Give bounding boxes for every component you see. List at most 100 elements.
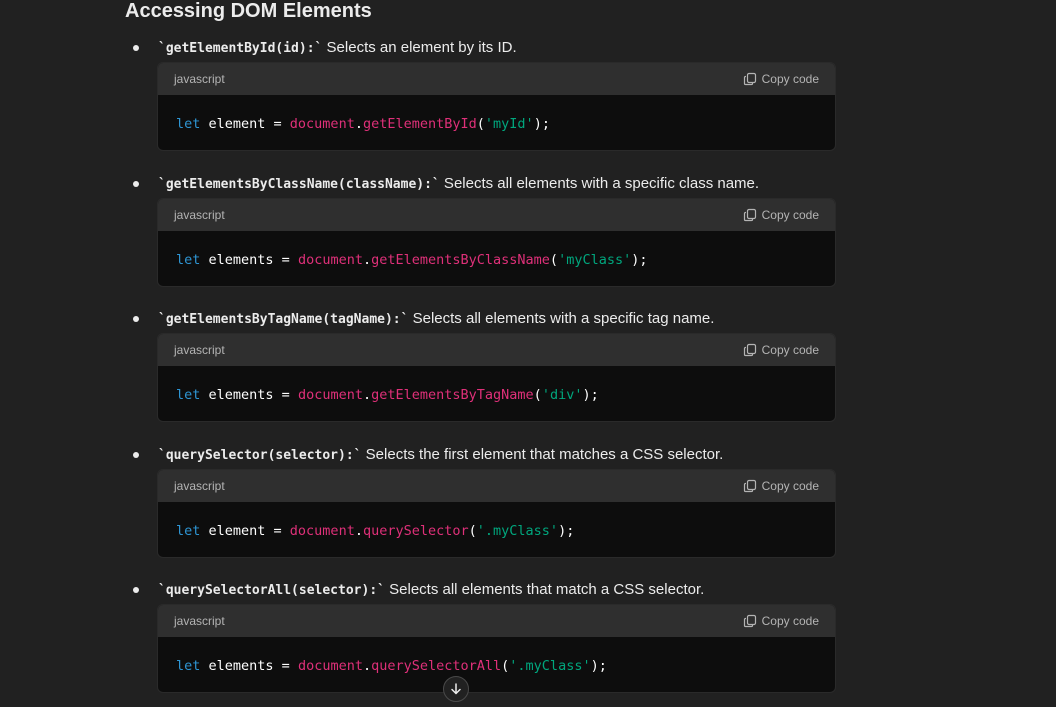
- code-paren-open: (: [476, 115, 485, 132]
- code-string: 'myId': [484, 115, 534, 132]
- copy-icon: [743, 479, 756, 493]
- copy-icon: [743, 72, 756, 86]
- item-text: `getElementById(id):` Selects an element…: [158, 37, 517, 59]
- chat-message: Accessing DOM Elements `getElementById(i…: [0, 0, 1056, 707]
- code-keyword: let: [176, 115, 201, 132]
- code-content: let element = document. getElementById('m…: [158, 95, 835, 150]
- scroll-to-bottom-button[interactable]: [443, 676, 469, 702]
- copy-code-label: Copy code: [761, 479, 819, 493]
- code-content: let element = document. querySelector('.m…: [158, 502, 835, 557]
- code-dot: .: [354, 522, 363, 539]
- copy-code-button[interactable]: Copy code: [743, 479, 819, 493]
- code-string: '.myClass': [476, 522, 559, 539]
- code-paren-open: (: [501, 657, 510, 674]
- copy-code-button[interactable]: Copy code: [743, 72, 819, 86]
- code-content: let elements = document. getElementsByTag…: [158, 366, 835, 421]
- list-item: `querySelectorAll(selector):` Selects al…: [0, 579, 1056, 707]
- code-object: document: [297, 657, 363, 674]
- code-dot: .: [362, 657, 372, 674]
- code-keyword: let: [176, 522, 201, 539]
- code-language: javascript: [174, 72, 225, 86]
- list-item: `getElementsByClassName(className):` Sel…: [0, 173, 1056, 305]
- code-string: '.myClass': [509, 657, 591, 674]
- copy-icon: [743, 343, 756, 357]
- arrow-down-icon: [451, 683, 461, 695]
- code-block: javascript Copy code let elements = docu…: [157, 333, 836, 422]
- code-object: document: [289, 522, 355, 539]
- copy-code-label: Copy code: [761, 614, 819, 628]
- code-variable: elements =: [200, 251, 298, 268]
- bullet-icon: [133, 587, 139, 593]
- copy-code-button[interactable]: Copy code: [743, 343, 819, 357]
- copy-code-label: Copy code: [761, 208, 819, 222]
- code-dot: .: [362, 251, 372, 268]
- code-paren-open: (: [468, 522, 477, 539]
- code-header: javascript Copy code: [158, 199, 835, 231]
- code-keyword: let: [176, 657, 201, 674]
- method-description: Selects an element by its ID.: [322, 39, 517, 56]
- method-description: Selects all elements with a specific cla…: [439, 175, 760, 192]
- code-header: javascript Copy code: [158, 334, 835, 366]
- code-variable: element =: [200, 115, 290, 132]
- code-function: querySelector: [362, 522, 469, 539]
- item-text: `getElementsByTagName(tagName):` Selects…: [158, 308, 714, 330]
- item-text: `getElementsByClassName(className):` Sel…: [158, 173, 759, 195]
- copy-code-button[interactable]: Copy code: [743, 614, 819, 628]
- code-object: document: [297, 251, 363, 268]
- code-object: document: [289, 115, 355, 132]
- copy-code-label: Copy code: [761, 72, 819, 86]
- bullet-icon: [133, 452, 139, 458]
- copy-code-label: Copy code: [761, 343, 819, 357]
- list-item: `querySelector(selector):` Selects the f…: [0, 444, 1056, 576]
- method-description: Selects the first element that matches a…: [361, 446, 724, 463]
- code-paren-close: );: [590, 657, 607, 674]
- code-block: javascript Copy code let element = docum…: [157, 469, 836, 558]
- bullet-icon: [133, 45, 139, 51]
- code-function: getElementById: [362, 115, 477, 132]
- bullet-icon: [133, 181, 139, 187]
- list-item: `getElementById(id):` Selects an element…: [0, 37, 1056, 169]
- code-dot: .: [362, 386, 372, 403]
- item-text: `querySelectorAll(selector):` Selects al…: [158, 579, 704, 601]
- method-name: `getElementsByTagName(tagName):`: [158, 312, 409, 327]
- code-paren-close: );: [533, 115, 550, 132]
- copy-icon: [743, 208, 756, 222]
- code-paren-open: (: [549, 251, 559, 268]
- code-content: let elements = document. querySelectorAll…: [158, 637, 835, 692]
- code-keyword: let: [176, 251, 201, 268]
- item-text: `querySelector(selector):` Selects the f…: [158, 444, 723, 466]
- code-paren-close: );: [631, 251, 648, 268]
- code-header: javascript Copy code: [158, 63, 835, 95]
- code-language: javascript: [174, 614, 225, 628]
- code-paren-open: (: [533, 386, 542, 403]
- method-description: Selects all elements that match a CSS se…: [384, 581, 705, 598]
- method-description: Selects all elements with a specific tag…: [408, 310, 715, 327]
- code-block: javascript Copy code let elements = docu…: [157, 604, 836, 693]
- code-function: getElementsByTagName: [371, 386, 534, 403]
- code-variable: elements =: [200, 386, 298, 403]
- list-item: `getElementsByTagName(tagName):` Selects…: [0, 308, 1056, 440]
- method-name: `getElementsByClassName(className):`: [158, 177, 440, 192]
- code-variable: element =: [200, 522, 290, 539]
- copy-icon: [743, 614, 756, 628]
- code-language: javascript: [174, 479, 225, 493]
- code-string: 'div': [541, 386, 583, 403]
- code-paren-close: );: [582, 386, 599, 403]
- method-name: `getElementById(id):`: [158, 41, 323, 56]
- code-object: document: [297, 386, 363, 403]
- code-function: querySelectorAll: [371, 657, 502, 674]
- code-block: javascript Copy code let elements = docu…: [157, 198, 836, 287]
- code-language: javascript: [174, 343, 225, 357]
- method-name: `querySelectorAll(selector):`: [158, 583, 385, 598]
- code-dot: .: [354, 115, 363, 132]
- bullet-icon: [133, 316, 139, 322]
- copy-code-button[interactable]: Copy code: [743, 208, 819, 222]
- code-content: let elements = document. getElementsByCla…: [158, 231, 835, 286]
- code-paren-close: );: [558, 522, 575, 539]
- code-header: javascript Copy code: [158, 605, 835, 637]
- code-string: 'myClass': [558, 251, 632, 268]
- code-language: javascript: [174, 208, 225, 222]
- code-variable: elements =: [200, 657, 298, 674]
- code-function: getElementsByClassName: [371, 251, 550, 268]
- code-keyword: let: [176, 386, 201, 403]
